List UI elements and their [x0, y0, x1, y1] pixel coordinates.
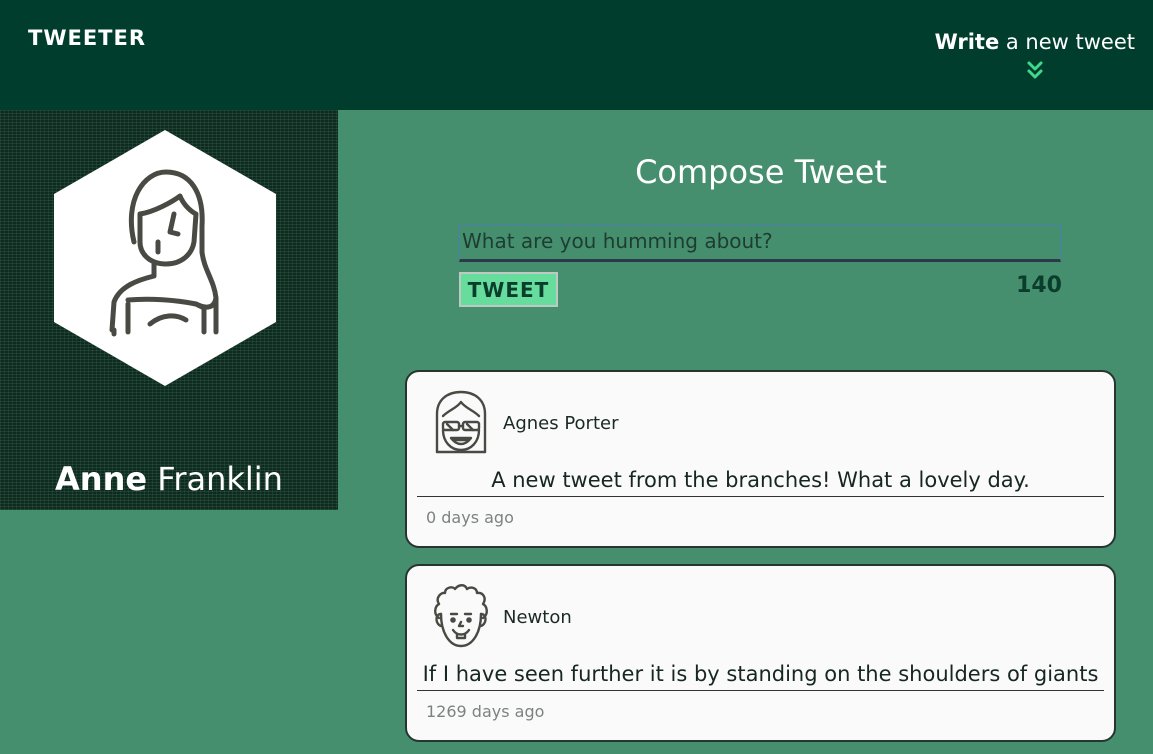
tweet-content: If I have seen further it is by standing…: [422, 662, 1099, 686]
curly-hair-avatar-icon: [434, 584, 488, 648]
tweet-card: Newton If I have seen further it is by s…: [405, 564, 1116, 742]
double-chevron-down-icon[interactable]: [1025, 60, 1045, 80]
profile-first-name: Anne: [55, 460, 148, 498]
tweet-button[interactable]: TWEET: [459, 272, 558, 307]
profile-last-name: Franklin: [147, 460, 283, 498]
tweet-input[interactable]: [459, 224, 1061, 262]
nav-bar: TWEETER Write a new tweet: [0, 0, 1153, 110]
brand-logo[interactable]: TWEETER: [28, 26, 146, 50]
tweet-timestamp: 1269 days ago: [426, 702, 545, 721]
tweet-divider: [417, 496, 1104, 497]
tweet-card: Agnes Porter A new tweet from the branch…: [405, 370, 1116, 548]
profile-name: Anne Franklin: [0, 460, 338, 498]
girl-glasses-avatar-icon: [435, 390, 487, 454]
write-new-tweet-link[interactable]: Write a new tweet: [935, 30, 1135, 80]
character-counter: 140: [1016, 273, 1062, 298]
tweet-author[interactable]: Newton: [503, 607, 572, 628]
tweet-author[interactable]: Agnes Porter: [503, 413, 618, 434]
compose-title: Compose Tweet: [635, 153, 887, 191]
woman-avatar-icon: [54, 130, 276, 386]
tweet-divider: [417, 690, 1104, 691]
tweet-timestamp: 0 days ago: [426, 508, 514, 527]
write-bold-label: Write: [934, 30, 1000, 54]
profile-header: Anne Franklin: [0, 110, 338, 510]
tweet-content: A new tweet from the branches! What a lo…: [491, 468, 1030, 492]
write-rest-label: a new tweet: [999, 30, 1135, 54]
